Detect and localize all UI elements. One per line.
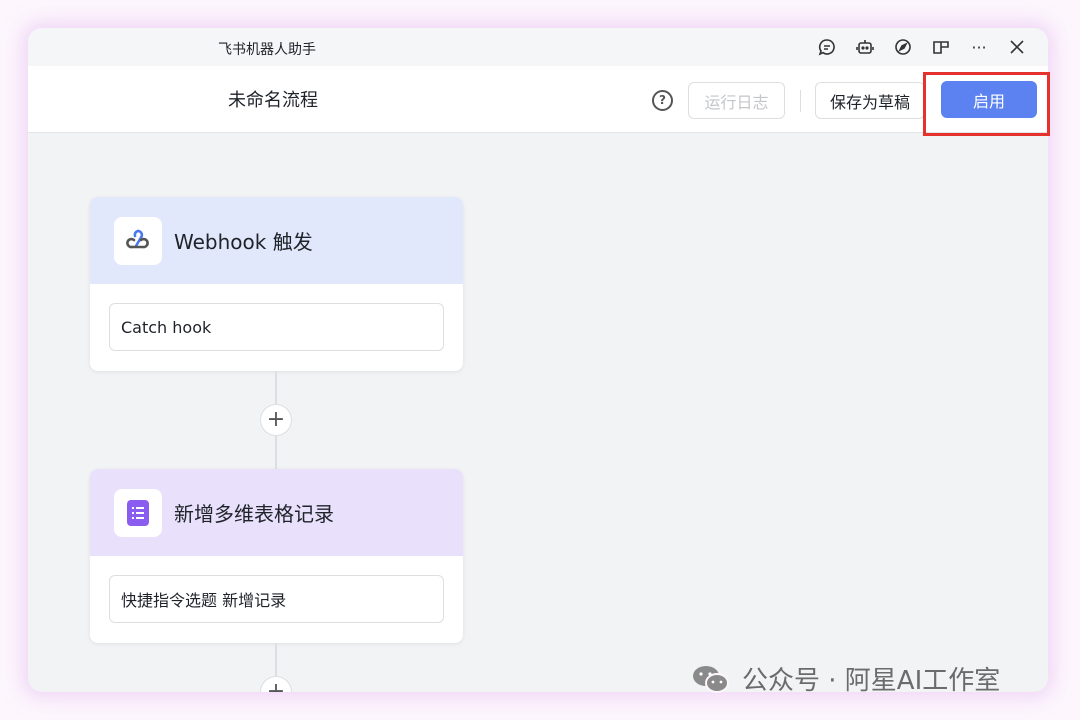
divider — [800, 90, 801, 112]
node-title: Webhook 触发 — [174, 230, 313, 254]
watermark-text: 公众号 · 阿星AI工作室 — [742, 666, 1001, 696]
add-step-button[interactable]: + — [260, 676, 292, 692]
node-field[interactable]: Catch hook — [109, 303, 444, 351]
window-title: 飞书机器人助手 — [218, 42, 316, 58]
save-draft-button[interactable]: 保存为草稿 — [815, 82, 925, 119]
flow-header: 未命名流程 ? 运行日志 保存为草稿 启用 — [28, 66, 1048, 133]
chat-icon[interactable] — [816, 36, 838, 58]
help-icon[interactable]: ? — [652, 90, 673, 111]
flow-name[interactable]: 未命名流程 — [228, 86, 318, 112]
add-step-button[interactable]: + — [260, 404, 292, 436]
node-field[interactable]: 快捷指令选题 新增记录 — [109, 575, 444, 623]
webhook-icon — [114, 216, 162, 265]
node-webhook-trigger[interactable]: Webhook 触发 Catch hook — [90, 197, 463, 371]
bitable-icon — [114, 488, 162, 537]
wechat-icon — [693, 665, 729, 693]
layout-icon[interactable] — [930, 36, 952, 58]
watermark: 公众号 · 阿星AI工作室 — [692, 660, 1000, 697]
compass-icon[interactable] — [892, 36, 914, 58]
title-bar: 飞书机器人助手 ··· — [28, 28, 1048, 66]
app-window: 飞书机器人助手 ··· 未命名流程 ? 运行日志 保存为草稿 启用 Webhoo… — [28, 28, 1048, 692]
more-icon[interactable]: ··· — [968, 36, 990, 58]
robot-icon[interactable] — [854, 36, 876, 58]
highlight-box — [923, 72, 1050, 136]
node-title: 新增多维表格记录 — [174, 502, 334, 526]
close-icon[interactable] — [1006, 36, 1028, 58]
run-log-button[interactable]: 运行日志 — [688, 82, 785, 119]
node-add-bitable-record[interactable]: 新增多维表格记录 快捷指令选题 新增记录 — [90, 469, 463, 643]
